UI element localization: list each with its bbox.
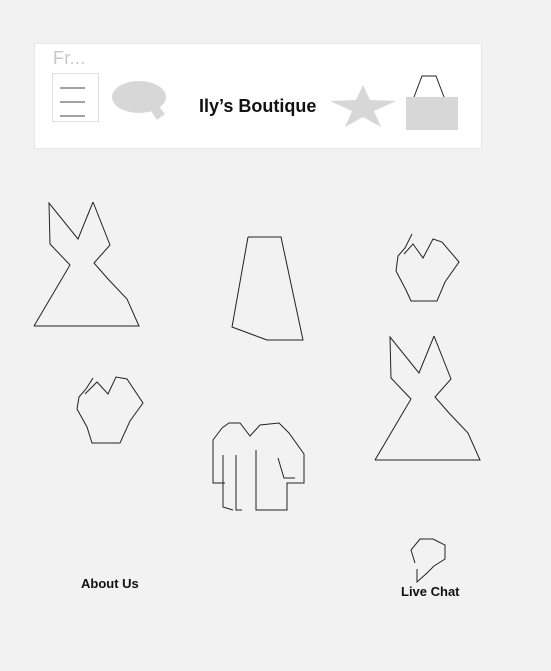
speech-bubble-icon [410,538,446,583]
bag-icon [406,75,458,130]
product-top-2[interactable] [76,376,146,446]
header: Fr... Ily’s Boutique [34,43,482,149]
menu-icon [60,87,85,117]
chat-icon [112,81,166,120]
product-dress-1[interactable] [33,202,140,328]
product-dress-2[interactable] [374,336,482,462]
about-us-link[interactable]: About Us [81,576,139,591]
top-icon [76,376,144,444]
favorite-button[interactable] [329,84,397,128]
live-chat-button[interactable] [408,535,450,583]
jacket-icon [212,422,305,511]
dress-icon [33,202,140,327]
menu-button[interactable] [52,73,99,122]
product-skirt-1[interactable] [231,236,305,342]
skirt-icon [231,236,304,341]
product-top-1[interactable] [395,233,461,303]
cart-button[interactable] [405,75,459,132]
top-icon [395,233,460,302]
dress-icon [374,336,481,461]
header-truncated-label: Fr... [53,48,86,68]
star-icon [330,85,396,127]
live-chat-link[interactable]: Live Chat [401,584,460,599]
product-jacket-1[interactable] [212,421,306,513]
store-title: Ily’s Boutique [199,96,317,116]
chat-button[interactable] [111,79,169,123]
